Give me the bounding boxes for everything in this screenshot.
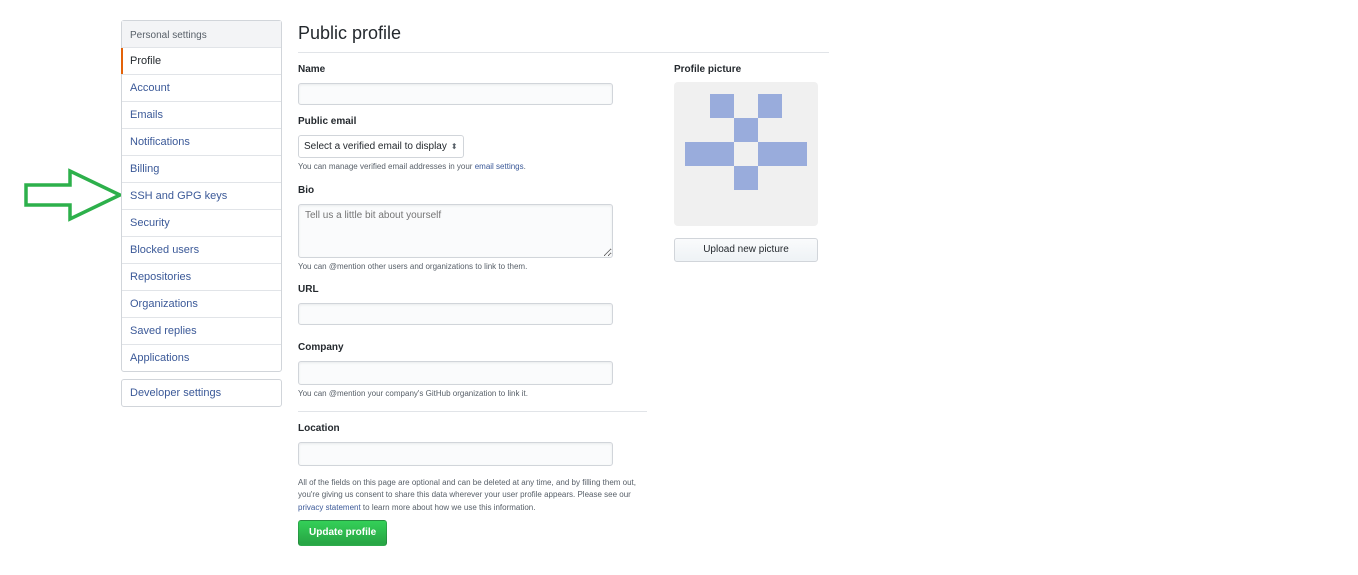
- email-settings-link[interactable]: email settings: [475, 162, 524, 171]
- bio-note: You can @mention other users and organiz…: [298, 261, 528, 271]
- location-label: Location: [298, 422, 340, 434]
- settings-sidebar: Personal settings Profile Account Emails…: [121, 20, 282, 372]
- sidebar-item-notifications[interactable]: Notifications: [122, 129, 281, 156]
- sidebar-item-ssh-gpg-keys[interactable]: SSH and GPG keys: [122, 183, 281, 210]
- name-input[interactable]: [298, 83, 613, 105]
- page-title: Public profile: [298, 20, 829, 53]
- public-email-note: You can manage verified email addresses …: [298, 161, 647, 174]
- identicon-avatar: [674, 82, 818, 226]
- identicon-cell: [710, 94, 734, 118]
- disclaimer-text-end: to learn more about how we use this info…: [360, 502, 536, 512]
- url-input[interactable]: [298, 303, 613, 325]
- developer-sidebar: Developer settings: [121, 379, 282, 407]
- divider: [298, 410, 647, 412]
- bio-label: Bio: [298, 184, 315, 196]
- company-label: Company: [298, 342, 344, 353]
- identicon-cell: [758, 142, 807, 166]
- identicon-cell: [734, 166, 758, 190]
- name-label: Name: [298, 64, 326, 75]
- sidebar-item-account[interactable]: Account: [122, 75, 281, 102]
- update-profile-button[interactable]: Update profile: [298, 520, 388, 546]
- sidebar-item-repositories[interactable]: Repositories: [122, 264, 281, 291]
- identicon-cell: [758, 94, 782, 118]
- sidebar-item-organizations[interactable]: Organizations: [122, 291, 281, 318]
- identicon-cell: [685, 142, 734, 166]
- sidebar-header: Personal settings: [122, 21, 281, 48]
- bio-textarea[interactable]: [298, 203, 613, 258]
- sidebar-item-blocked-users[interactable]: Blocked users: [122, 237, 281, 264]
- sidebar-item-developer-settings[interactable]: Developer settings: [122, 380, 281, 406]
- note-suffix: .: [523, 162, 526, 171]
- identicon-cell: [734, 118, 758, 142]
- company-input[interactable]: [298, 361, 613, 385]
- public-email-selected: Select a verified email to display: [304, 141, 447, 152]
- company-note: You can @mention your company's GitHub o…: [298, 389, 528, 398]
- url-label: URL: [298, 284, 319, 295]
- arrow-right-icon: [24, 168, 124, 222]
- location-input[interactable]: [298, 441, 613, 466]
- sidebar-item-security[interactable]: Security: [122, 210, 281, 237]
- sidebar-item-saved-replies[interactable]: Saved replies: [122, 318, 281, 345]
- sidebar-item-emails[interactable]: Emails: [122, 102, 281, 129]
- upload-new-picture-button[interactable]: Upload new picture: [674, 238, 818, 262]
- sidebar-item-applications[interactable]: Applications: [122, 345, 281, 371]
- sidebar-item-billing[interactable]: Billing: [122, 156, 281, 183]
- profile-picture-section: Profile picture Upload new picture: [674, 64, 818, 262]
- note-text: You can manage verified email addresses …: [298, 162, 475, 171]
- public-email-select[interactable]: Select a verified email to display ⬍: [298, 135, 464, 158]
- disclaimer: All of the fields on this page are optio…: [298, 477, 647, 515]
- select-caret-icon: ⬍: [450, 142, 458, 151]
- sidebar-item-profile[interactable]: Profile: [121, 48, 281, 75]
- profile-picture-label: Profile picture: [674, 64, 742, 75]
- disclaimer-text: All of the fields on this page are optio…: [298, 477, 636, 500]
- public-email-label: Public email: [298, 116, 357, 127]
- privacy-statement-link[interactable]: privacy statement: [298, 503, 361, 512]
